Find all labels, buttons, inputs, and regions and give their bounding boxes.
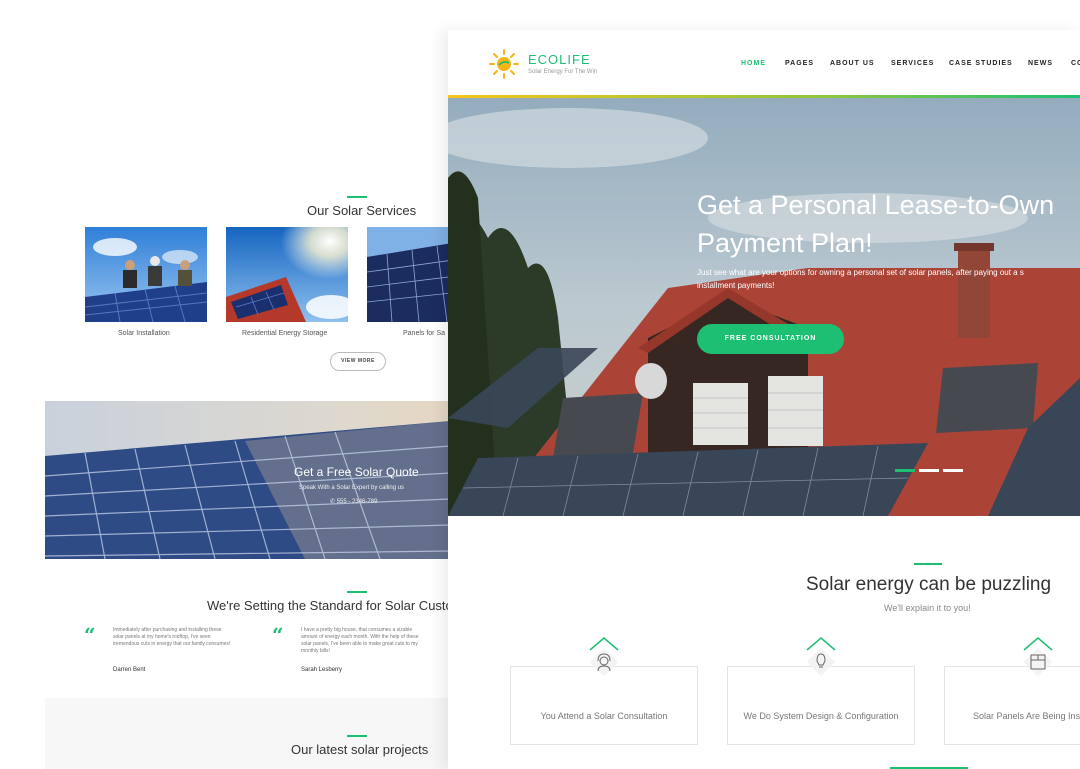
slider-dot-1[interactable] [895, 469, 915, 472]
testimonial-text: I have a pretty big house, that consumes… [301, 627, 419, 654]
nav-home[interactable]: HOME [741, 60, 766, 67]
free-consultation-button[interactable]: FREE CONSULTATION [697, 324, 844, 354]
testimonials-title: We're Setting the Standard for Solar Cus… [207, 598, 450, 613]
intro-accent-line [914, 563, 942, 565]
front-page-preview: ECOLIFE Solar Energy For The Win HOME PA… [448, 30, 1080, 769]
feature-label: We Do System Design & Configuration [743, 711, 899, 721]
quote-banner: Get a Free Solar Quote Speak With a Sola… [45, 401, 450, 559]
quote-subtitle: Speak With a Solar Expert by calling us [299, 485, 405, 491]
quote-icon: “ [84, 623, 96, 647]
service-caption: Residential Energy Storage [242, 330, 328, 337]
slider-dot-3[interactable] [943, 469, 963, 472]
quote-title: Get a Free Solar Quote [294, 465, 419, 479]
logo-tagline: Solar Energy For The Win [528, 69, 598, 75]
feature-label: Solar Panels Are Being Inst [973, 711, 1080, 721]
hero-text-line1: Just see what are your options for ownin… [697, 268, 1024, 277]
nav-services[interactable]: SERVICES [891, 60, 934, 67]
service-image-panels[interactable] [367, 227, 450, 322]
logo[interactable]: ECOLIFE Solar Energy For The Win [488, 48, 597, 85]
quote-icon: “ [272, 623, 284, 647]
service-caption: Solar Installation [118, 330, 170, 337]
projects-title: Our latest solar projects [291, 742, 429, 757]
projects-accent-line [347, 735, 367, 737]
nav-case-studies[interactable]: CASE STUDIES [949, 60, 1013, 67]
view-more-button[interactable]: VIEW MORE [330, 352, 386, 371]
services-accent-line [347, 196, 367, 198]
nav-pages[interactable]: PAGES [785, 60, 814, 67]
hero-text: Just see what are your options for ownin… [697, 266, 1024, 292]
feature-label: You Attend a Solar Consultation [540, 711, 668, 721]
testimonial-author: Darren Bent [113, 667, 146, 673]
intro-subtitle: We'll explain it to you! [884, 603, 971, 613]
logo-name-part2: LIFE [559, 52, 591, 67]
lightbulb-icon [806, 637, 836, 677]
solar-panel-photo [45, 401, 450, 559]
hero-title: Get a Personal Lease-to-Own Payment Plan… [697, 186, 1054, 262]
nav-about-us[interactable]: ABOUT US [830, 60, 875, 67]
feature-card-installation[interactable]: Solar Panels Are Being Inst [944, 666, 1080, 745]
service-image-storage[interactable] [226, 227, 348, 322]
hero-title-line1: Get a Personal Lease-to-Own [697, 190, 1055, 220]
back-page-preview: Our Solar Services Solar Installation Re… [0, 0, 450, 769]
intro-title: Solar energy can be puzzling [806, 574, 1052, 595]
nav-contact[interactable]: CO [1071, 60, 1080, 67]
hero-house-photo [448, 98, 1080, 516]
services-title: Our Solar Services [307, 203, 417, 218]
nav-news[interactable]: NEWS [1028, 60, 1053, 67]
logo-name-part1: ECO [528, 52, 560, 67]
service-image-installation[interactable] [85, 227, 207, 322]
hero-slider: Get a Personal Lease-to-Own Payment Plan… [448, 98, 1080, 516]
hero-text-line2: installment payments! [697, 281, 775, 290]
service-caption: Panels for Sa [403, 330, 446, 337]
projects-section [45, 698, 450, 769]
testimonials-accent-line [347, 591, 367, 593]
quote-phone[interactable]: ✆ 555 - 2346-789 [330, 498, 377, 505]
phone-icon: ✆ [330, 499, 337, 505]
box-icon [1023, 637, 1053, 677]
logo-name: ECOLIFE [528, 52, 591, 67]
hero-title-line2: Payment Plan! [697, 228, 873, 258]
phone-number: 555 - 2346-789 [336, 499, 378, 505]
slider-dot-2[interactable] [919, 469, 939, 472]
testimonial-author: Sarah Lesberry [301, 667, 343, 673]
headset-icon [589, 637, 619, 677]
testimonial-text: Immediately after purchasing and install… [113, 627, 231, 647]
sun-logo-icon [489, 49, 519, 79]
